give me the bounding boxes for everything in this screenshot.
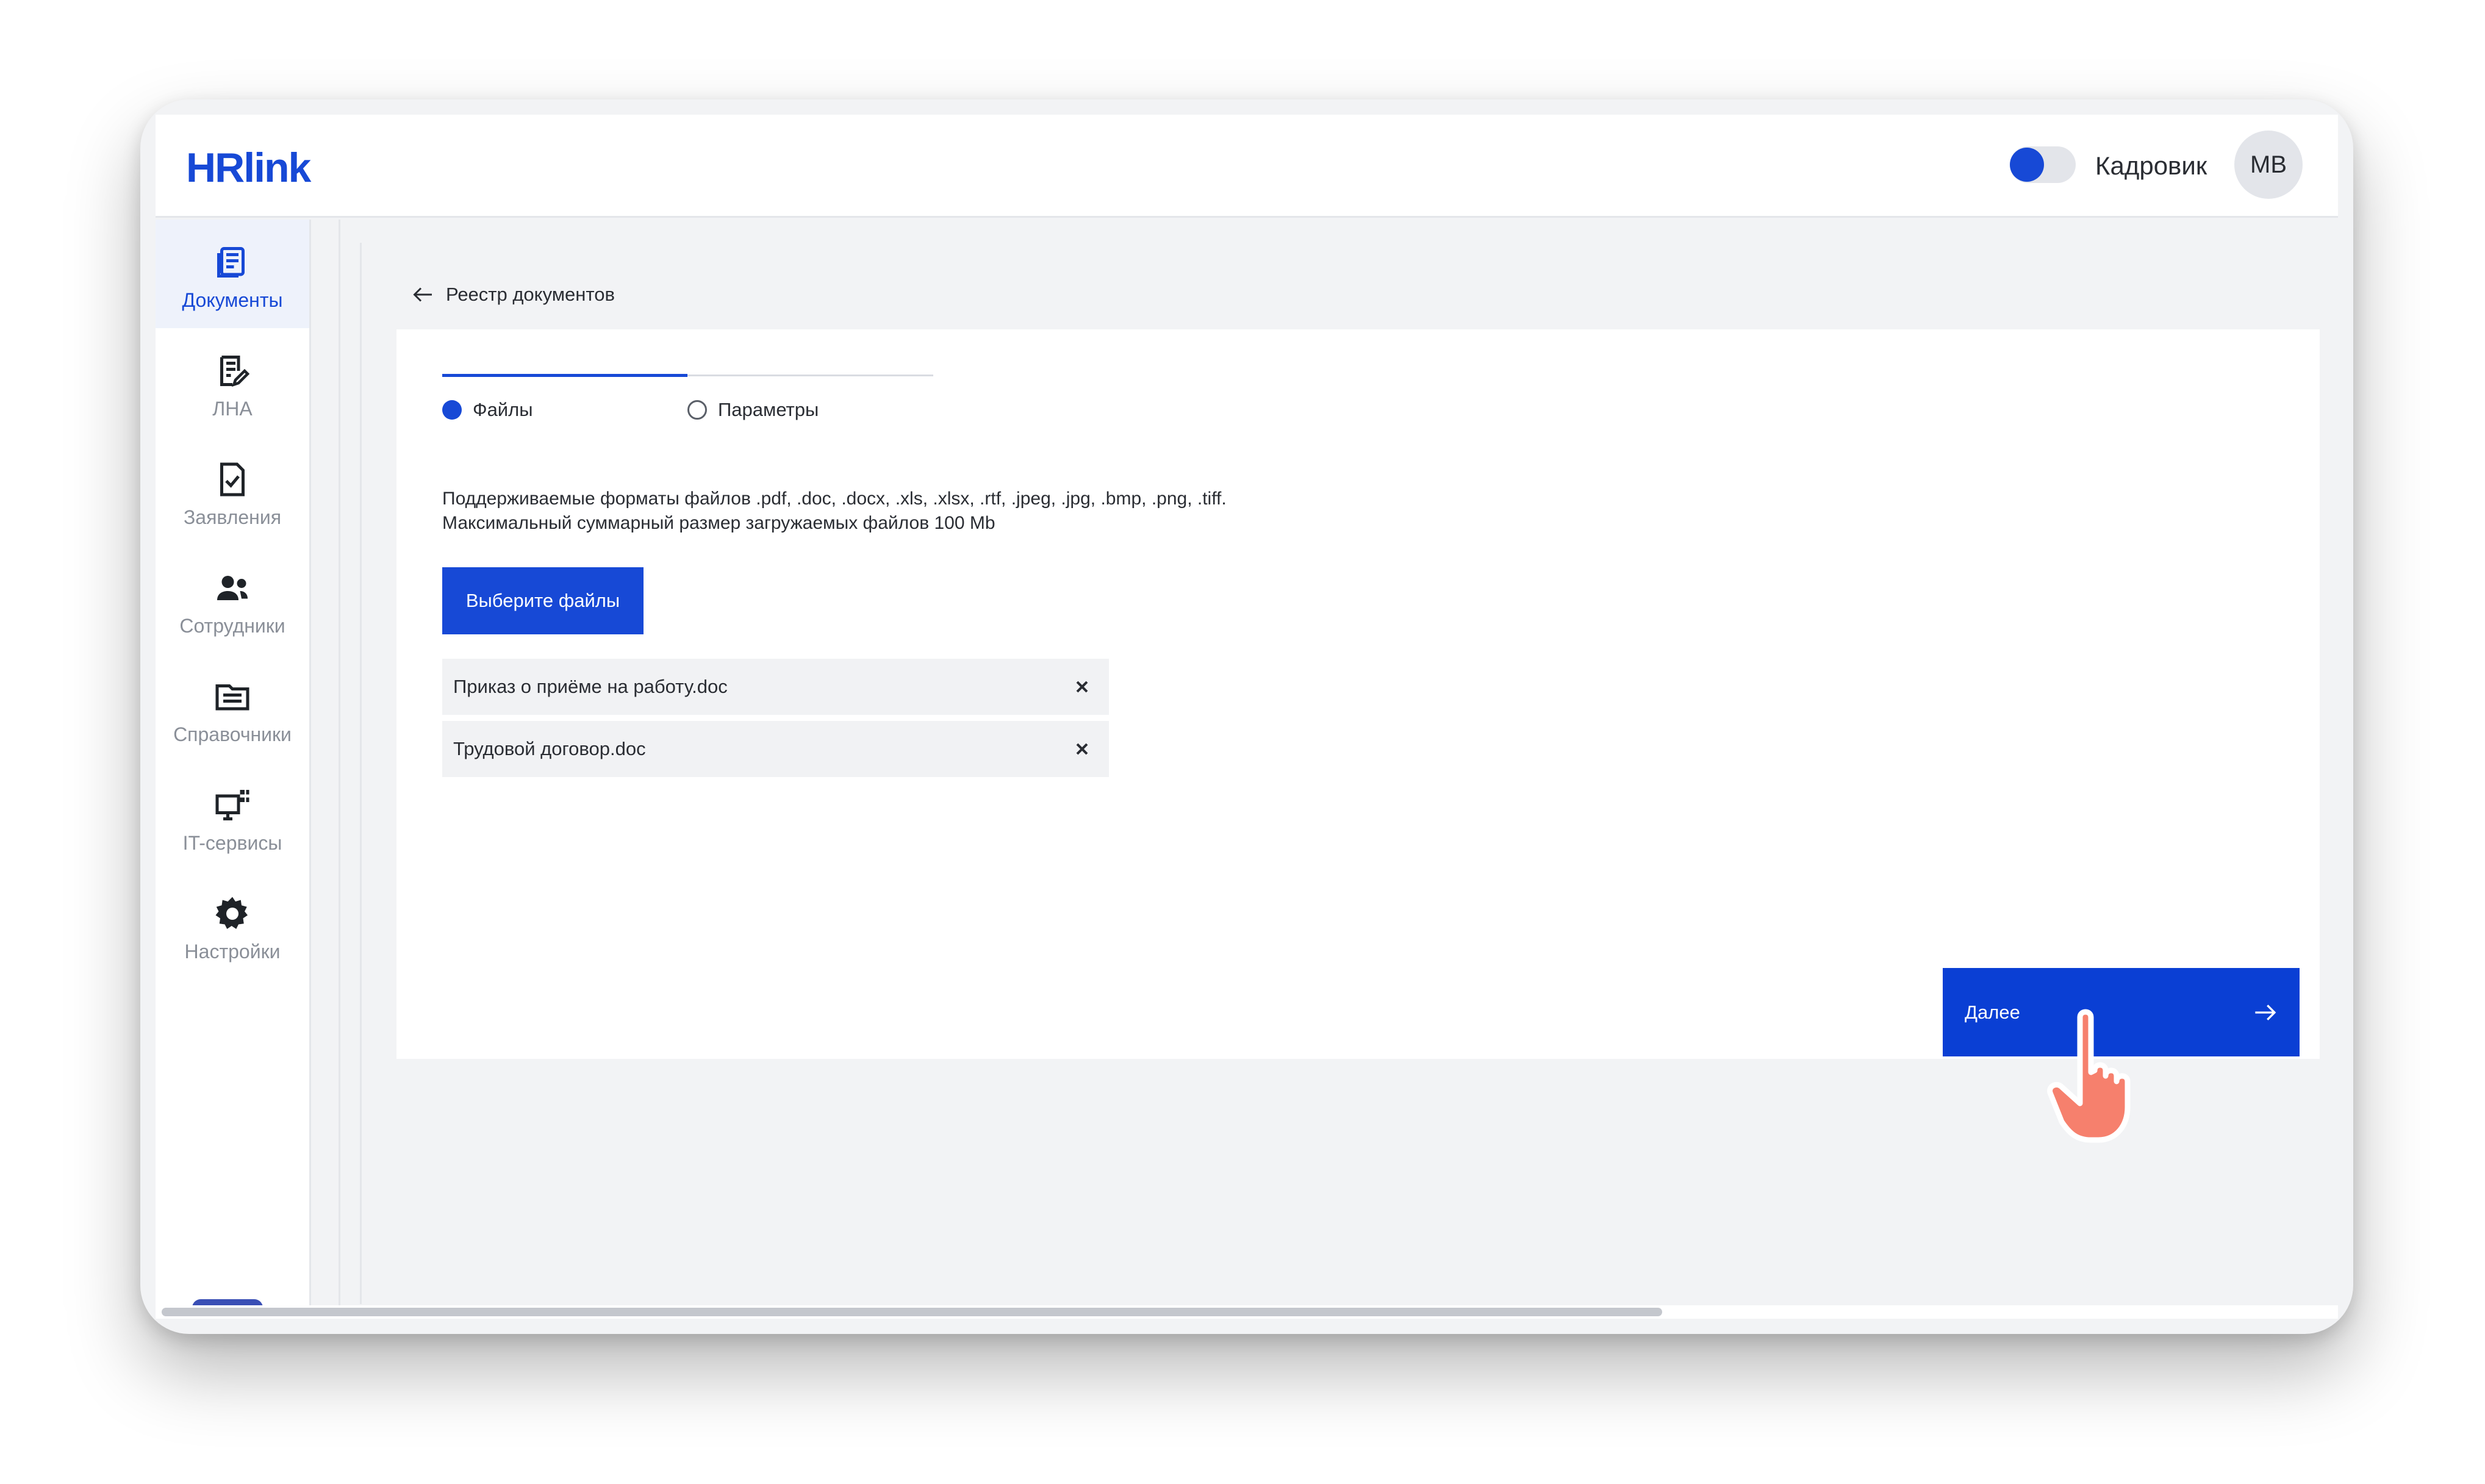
info-line-formats: Поддерживаемые форматы файлов .pdf, .doc… bbox=[442, 489, 1227, 509]
sidebar-item-lna[interactable]: ЛНА bbox=[156, 328, 309, 437]
role-toggle[interactable] bbox=[2010, 146, 2076, 183]
sidebar-item-applications[interactable]: Заявления bbox=[156, 437, 309, 545]
sidebar-item-label: Сотрудники bbox=[179, 615, 285, 637]
app-screen: HRlink Кадровик MB Документы ЛНА Заявлен… bbox=[156, 115, 2338, 1319]
arrow-left-icon bbox=[413, 287, 432, 302]
device-frame: HRlink Кадровик MB Документы ЛНА Заявлен… bbox=[140, 99, 2353, 1334]
users-icon bbox=[217, 576, 248, 600]
folder-icon bbox=[215, 684, 249, 711]
sidebar-item-it-services[interactable]: IT-сервисы bbox=[156, 762, 309, 871]
step-label: Файлы bbox=[473, 399, 533, 420]
sidebar-item-label: Настройки bbox=[184, 941, 281, 962]
choose-files-button[interactable]: Выберите файлы bbox=[442, 567, 644, 634]
supported-formats-text: Поддерживаемые форматы файлов .pdf, .doc… bbox=[442, 487, 1227, 536]
info-line-size: Максимальный суммарный размер загружаемы… bbox=[442, 513, 995, 533]
upload-card: Файлы Параметры Поддерживаемые форматы ф… bbox=[396, 329, 2320, 1059]
sidebar-item-label: ЛНА bbox=[212, 398, 253, 420]
sidebar-item-references[interactable]: Справочники bbox=[156, 654, 309, 762]
scrollbar-thumb[interactable] bbox=[162, 1308, 1662, 1316]
sidebar-item-label: Документы bbox=[182, 289, 283, 311]
file-item: Трудовой договор.doc bbox=[442, 721, 1109, 777]
arrow-right-icon bbox=[2255, 1005, 2276, 1020]
documents-icon bbox=[217, 247, 245, 278]
user-avatar[interactable]: MB bbox=[2234, 131, 2303, 199]
sidebar-item-label: Заявления bbox=[183, 506, 282, 528]
hand-pointer-icon bbox=[2047, 1009, 2131, 1143]
step-progress-rest bbox=[687, 375, 933, 376]
logo-text: HRlink bbox=[186, 145, 311, 191]
top-header: HRlink Кадровик MB bbox=[156, 115, 2338, 218]
next-button-label: Далее bbox=[1965, 1002, 2020, 1023]
toggle-knob bbox=[2010, 148, 2044, 182]
sidebar-item-documents[interactable]: Документы bbox=[156, 220, 309, 328]
file-name: Приказ о приёме на работу.doc bbox=[453, 676, 728, 697]
breadcrumb-link[interactable]: Реестр документов bbox=[446, 279, 615, 310]
column-divider bbox=[360, 243, 362, 1304]
sidebar-item-label: Справочники bbox=[173, 723, 292, 745]
hrlink-logo[interactable]: HRlink bbox=[186, 140, 311, 195]
sidebar-item-employees[interactable]: Сотрудники bbox=[156, 545, 309, 654]
checked-file-icon bbox=[220, 462, 245, 496]
role-label: Кадровик bbox=[2095, 151, 2207, 180]
sidebar: Документы ЛНА Заявления Сотрудники Справ… bbox=[156, 220, 311, 1319]
step-label: Параметры bbox=[718, 399, 819, 420]
column-divider bbox=[339, 220, 340, 1305]
file-item: Приказ о приёме на работу.doc bbox=[442, 659, 1109, 715]
sidebar-item-label: IT-сервисы bbox=[182, 832, 282, 854]
edit-document-icon bbox=[220, 356, 250, 387]
radio-filled-icon bbox=[442, 400, 462, 420]
gear-icon bbox=[215, 897, 248, 929]
close-icon[interactable] bbox=[1070, 737, 1094, 761]
radio-empty-icon bbox=[687, 400, 707, 420]
monitor-apps-icon bbox=[215, 790, 249, 820]
horizontal-scrollbar[interactable] bbox=[156, 1305, 2338, 1319]
sidebar-item-settings[interactable]: Настройки bbox=[156, 871, 309, 980]
close-icon[interactable] bbox=[1070, 675, 1094, 699]
step-progress-active bbox=[442, 374, 687, 377]
file-name: Трудовой договор.doc bbox=[453, 738, 646, 759]
